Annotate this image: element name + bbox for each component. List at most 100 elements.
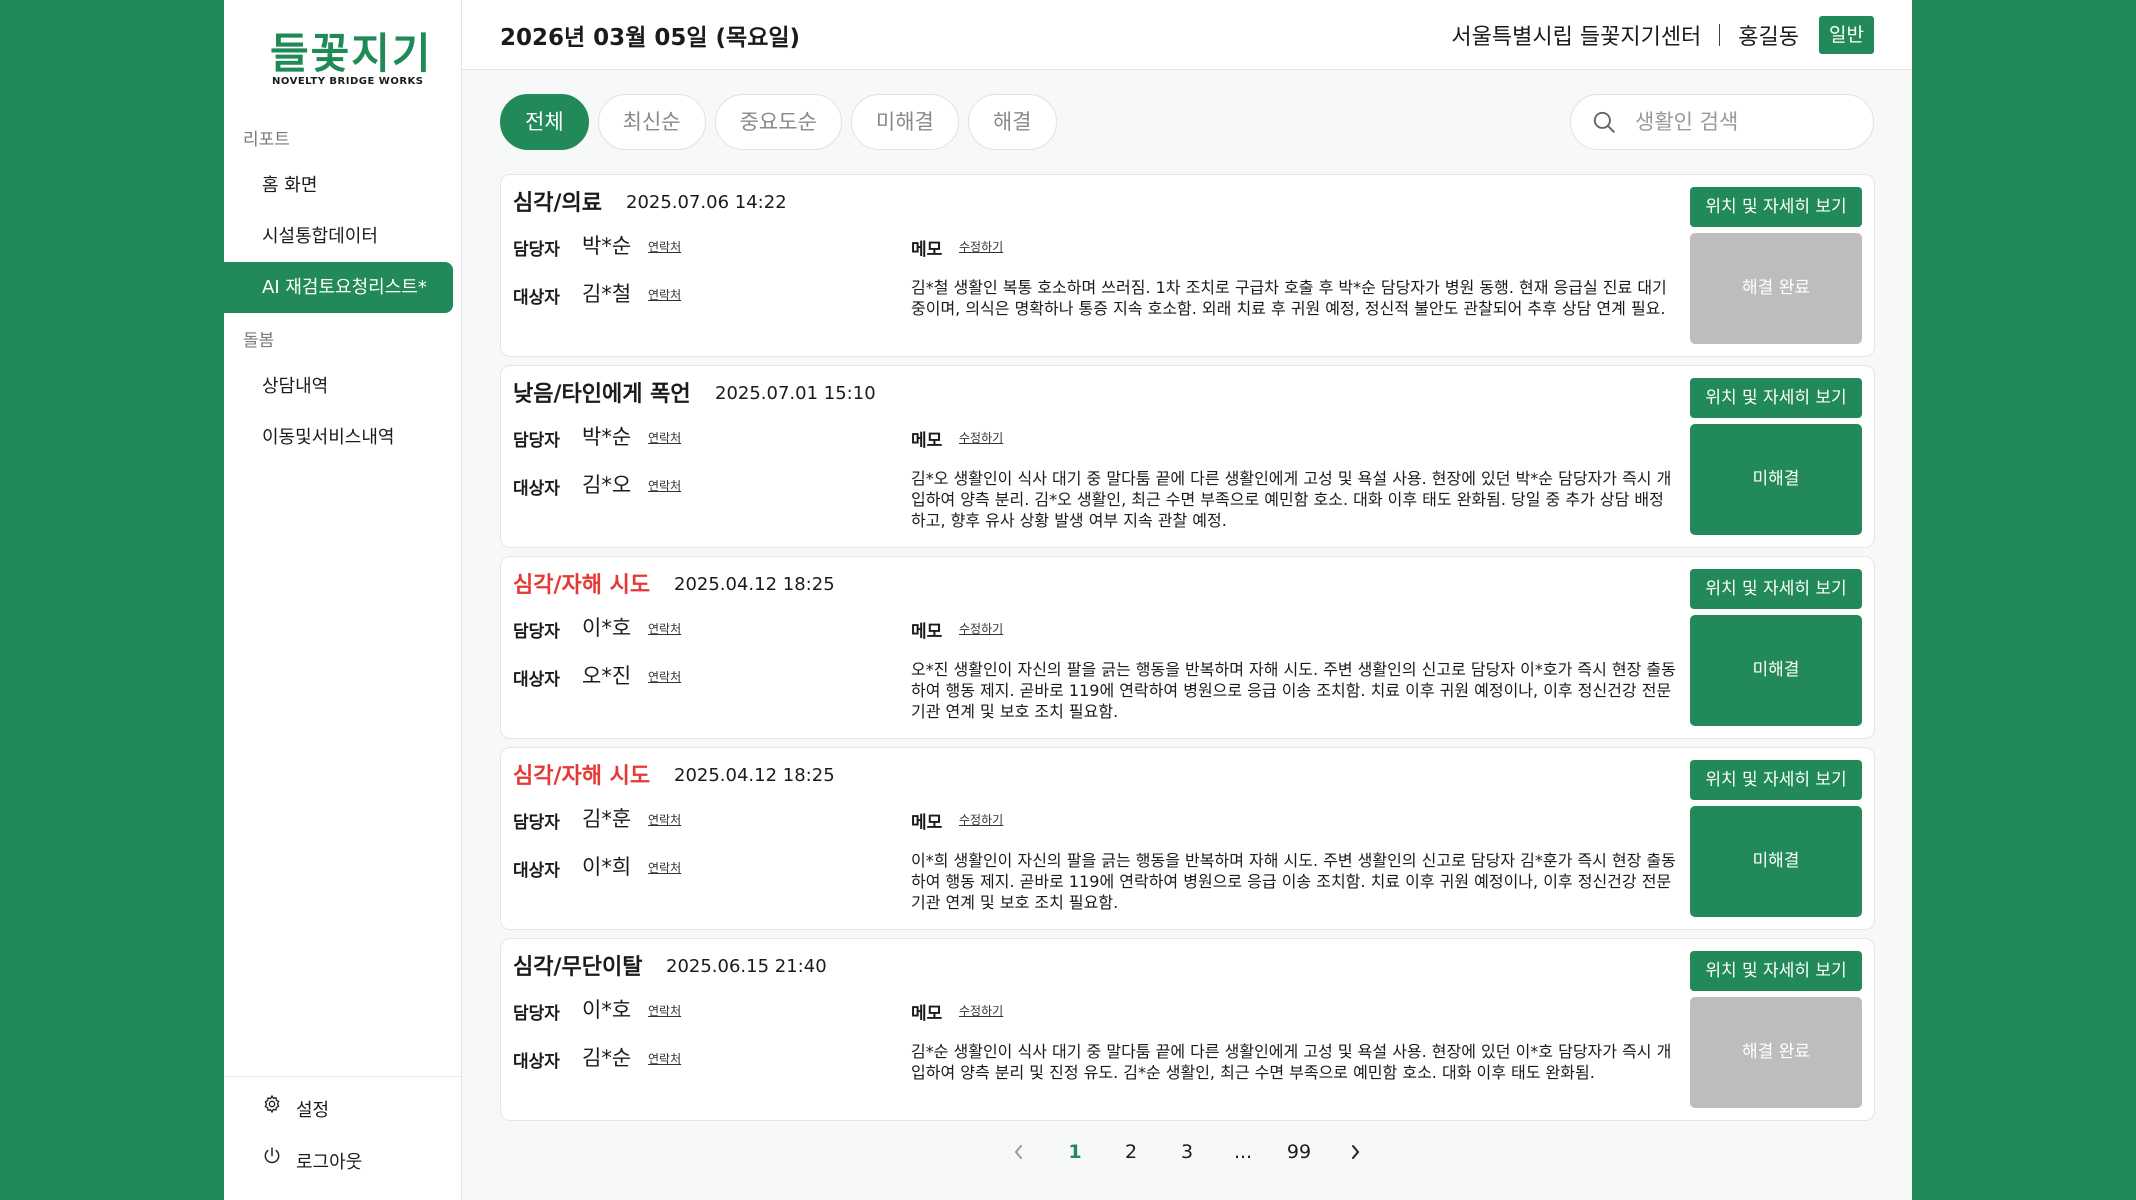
- target-name: 김*오: [582, 473, 632, 497]
- location-detail-button[interactable]: 위치 및 자세히 보기: [1690, 378, 1862, 418]
- incident-date: 2025.04.12 18:25: [674, 574, 835, 595]
- incident-card: 심각/무단이탈 2025.06.15 21:40 담당자 이*호 연락처 대상자 김*순 연락…: [500, 938, 1875, 1121]
- incident-title: 심각/무단이탈: [513, 955, 643, 980]
- location-detail-button[interactable]: 위치 및 자세히 보기: [1690, 187, 1862, 227]
- memo-text: 김*오 생활인이 식사 대기 중 말다툼 끝에 다른 생활인에게 고성 및 욕설…: [911, 469, 1672, 530]
- status-button[interactable]: 미해결: [1690, 806, 1862, 917]
- chevron-left-icon: [1014, 1145, 1022, 1159]
- incident-title: 심각/의료: [513, 191, 602, 216]
- manager-contact-link[interactable]: 연락처: [648, 620, 681, 637]
- memo-label: 메모: [911, 622, 943, 642]
- divider: [1719, 23, 1721, 46]
- search-icon: [1593, 111, 1615, 133]
- status-button[interactable]: 해결 완료: [1690, 997, 1862, 1108]
- sidebar-item-ai-review-list[interactable]: AI 재검토요청리스트*: [224, 262, 453, 313]
- search-box[interactable]: [1570, 94, 1874, 150]
- incident-card: 낮음/타인에게 폭언 2025.07.01 15:10 담당자 박*순 연락처 대상자 김*…: [500, 365, 1875, 548]
- sidebar-item-movement-service[interactable]: 이동및서비스내역: [224, 412, 453, 463]
- memo-edit-link[interactable]: 수정하기: [959, 429, 1003, 446]
- manager-label: 담당자: [513, 813, 560, 833]
- pagination: 1 2 3 ... 99: [462, 1128, 1912, 1176]
- power-icon: [264, 1147, 280, 1164]
- incident-date: 2025.04.12 18:25: [674, 765, 835, 786]
- manager-contact-link[interactable]: 연락처: [648, 1002, 681, 1019]
- memo-text: 김*순 생활인이 식사 대기 중 말다툼 끝에 다른 생활인에게 고성 및 욕설…: [911, 1042, 1672, 1082]
- target-name: 김*철: [582, 282, 632, 306]
- incident-date: 2025.07.01 15:10: [715, 383, 876, 404]
- manager-name: 김*훈: [582, 807, 632, 831]
- current-date: 2026년 03월 05일 (목요일): [500, 24, 801, 51]
- main-content: 2026년 03월 05일 (목요일) 서울특별시립 들꽃지기센터 홍길동 일반…: [462, 0, 1912, 1200]
- target-label: 대상자: [513, 479, 560, 499]
- manager-label: 담당자: [513, 622, 560, 642]
- target-contact-link[interactable]: 연락처: [648, 286, 681, 303]
- memo-edit-link[interactable]: 수정하기: [959, 238, 1003, 255]
- target-label: 대상자: [513, 861, 560, 881]
- page-2[interactable]: 2: [1103, 1141, 1159, 1163]
- page-3[interactable]: 3: [1159, 1141, 1215, 1163]
- incident-title: 심각/자해 시도: [513, 764, 651, 789]
- memo-edit-link[interactable]: 수정하기: [959, 620, 1003, 637]
- settings-label: 설정: [296, 1100, 330, 1121]
- manager-label: 담당자: [513, 240, 560, 260]
- filter-chip-latest[interactable]: 최신순: [597, 94, 706, 150]
- filter-chip-importance[interactable]: 중요도순: [714, 94, 842, 150]
- manager-label: 담당자: [513, 1004, 560, 1024]
- location-detail-button[interactable]: 위치 및 자세히 보기: [1690, 951, 1862, 991]
- manager-contact-link[interactable]: 연락처: [648, 238, 681, 255]
- memo-label: 메모: [911, 813, 943, 833]
- prev-page-button[interactable]: [991, 1143, 1047, 1161]
- search-input[interactable]: [1635, 110, 1855, 134]
- memo-edit-link[interactable]: 수정하기: [959, 811, 1003, 828]
- target-label: 대상자: [513, 1052, 560, 1072]
- filter-bar: 전체 최신순 중요도순 미해결 해결: [462, 70, 1912, 174]
- target-name: 오*진: [582, 664, 632, 688]
- center-name: 서울특별시립 들꽃지기센터: [1451, 24, 1702, 50]
- logo[interactable]: 들꽃지기 NOVELTY BRIDGE WORKS: [224, 0, 461, 112]
- next-page-button[interactable]: [1327, 1143, 1383, 1161]
- sidebar: 들꽃지기 NOVELTY BRIDGE WORKS 리포트 홈 화면 시설통합데…: [224, 0, 462, 1200]
- page-99[interactable]: 99: [1271, 1141, 1327, 1163]
- nav-section-care: 돌봄: [243, 331, 275, 351]
- memo-label: 메모: [911, 240, 943, 260]
- filter-chip-resolved[interactable]: 해결: [967, 94, 1057, 150]
- status-button[interactable]: 해결 완료: [1690, 233, 1862, 344]
- target-contact-link[interactable]: 연락처: [648, 859, 681, 876]
- incident-title: 낮음/타인에게 폭언: [513, 382, 691, 407]
- manager-contact-link[interactable]: 연락처: [648, 429, 681, 446]
- memo-text: 오*진 생활인이 자신의 팔을 긁는 행동을 반복하며 자해 시도. 주변 생활…: [911, 660, 1676, 721]
- manager-contact-link[interactable]: 연락처: [648, 811, 681, 828]
- incident-date: 2025.06.15 21:40: [666, 956, 827, 977]
- sidebar-item-facility-data[interactable]: 시설통합데이터: [224, 211, 453, 262]
- manager-name: 박*순: [582, 234, 632, 258]
- status-button[interactable]: 미해결: [1690, 615, 1862, 726]
- target-contact-link[interactable]: 연락처: [648, 477, 681, 494]
- memo-text: 김*철 생활인 복통 호소하며 쓰러짐. 1차 조치로 구급차 호출 후 박*순…: [911, 278, 1667, 318]
- location-detail-button[interactable]: 위치 및 자세히 보기: [1690, 569, 1862, 609]
- chevron-right-icon: [1352, 1145, 1360, 1159]
- memo-text: 이*희 생활인이 자신의 팔을 긁는 행동을 반복하며 자해 시도. 주변 생활…: [911, 851, 1676, 912]
- location-detail-button[interactable]: 위치 및 자세히 보기: [1690, 760, 1862, 800]
- logo-text: 들꽃지기: [270, 29, 433, 78]
- incident-date: 2025.07.06 14:22: [626, 192, 787, 213]
- memo-edit-link[interactable]: 수정하기: [959, 1002, 1003, 1019]
- target-contact-link[interactable]: 연락처: [648, 1050, 681, 1067]
- logout-button[interactable]: 로그아웃: [224, 1135, 461, 1187]
- memo-label: 메모: [911, 431, 943, 451]
- incident-card: 심각/자해 시도 2025.04.12 18:25 담당자 이*호 연락처 대상자 오*진 연…: [500, 556, 1875, 739]
- memo-label: 메모: [911, 1004, 943, 1024]
- filter-chip-unresolved[interactable]: 미해결: [850, 94, 959, 150]
- filter-chip-all[interactable]: 전체: [500, 94, 589, 150]
- settings-button[interactable]: 설정: [224, 1083, 461, 1135]
- page-1[interactable]: 1: [1047, 1141, 1103, 1163]
- manager-name: 이*호: [582, 998, 632, 1022]
- page-ellipsis: ...: [1233, 1141, 1253, 1163]
- target-contact-link[interactable]: 연락처: [648, 668, 681, 685]
- sidebar-item-counseling[interactable]: 상담내역: [224, 361, 453, 412]
- incident-card: 심각/자해 시도 2025.04.12 18:25 담당자 김*훈 연락처 대상자 이*희 연…: [500, 747, 1875, 930]
- user-name[interactable]: 홍길동: [1738, 19, 1799, 51]
- target-name: 이*희: [582, 855, 632, 879]
- sidebar-item-home[interactable]: 홈 화면: [224, 160, 453, 211]
- gear-icon: [264, 1094, 280, 1114]
- status-button[interactable]: 미해결: [1690, 424, 1862, 535]
